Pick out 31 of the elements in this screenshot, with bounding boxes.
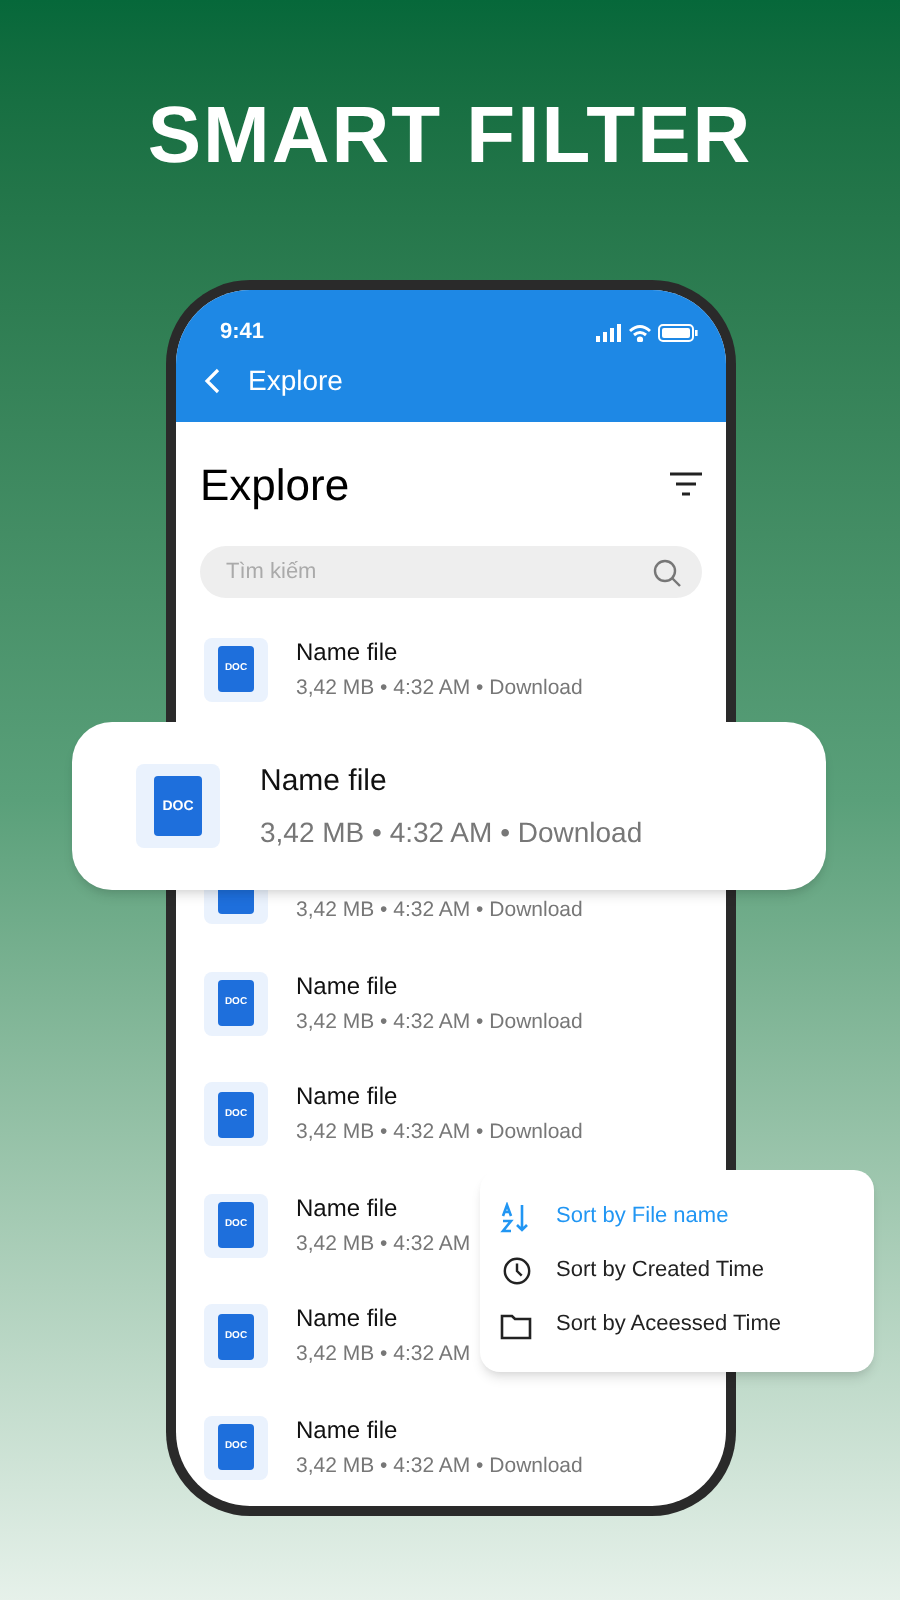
- file-name: Name file: [296, 1082, 400, 1111]
- file-name: Name file: [296, 1193, 400, 1222]
- file-name: Name file: [260, 763, 389, 799]
- page-title: Explore: [200, 457, 350, 514]
- status-time: 9:41: [220, 317, 265, 348]
- filter-icon[interactable]: [670, 472, 702, 496]
- file-name: Name file: [296, 1415, 400, 1444]
- file-details: 3,42 MB • 4:32 AM • Download: [296, 675, 583, 702]
- back-icon[interactable]: [204, 368, 220, 394]
- file-details: 3,42 MB • 4:32 AM • Download: [296, 897, 583, 924]
- file-details: 3,42 MB • 4:32 AM • Download: [296, 1120, 583, 1147]
- file-details: 3,42 MB • 4:32 AM: [296, 1342, 471, 1369]
- sort-alpha-icon: [500, 1201, 532, 1233]
- file-name: Name file: [296, 971, 400, 1000]
- file-name: Name file: [296, 637, 400, 666]
- folder-icon: [500, 1311, 532, 1339]
- file-details: 3,42 MB • 4:32 AM • Download: [296, 1009, 583, 1036]
- sort-option[interactable]: Sort by Aceessed Time: [500, 1306, 854, 1344]
- search-field[interactable]: Tìm kiếm: [200, 546, 702, 598]
- signal-icon: [596, 323, 622, 341]
- search-icon[interactable]: [652, 557, 682, 587]
- nav-title: Explore: [248, 362, 343, 400]
- battery-icon: [658, 323, 698, 341]
- file-details: 3,42 MB • 4:32 AM: [296, 1231, 471, 1258]
- sort-option[interactable]: Sort by Created Time: [500, 1252, 854, 1290]
- file-name: Name file: [296, 1304, 400, 1333]
- headline: SMART FILTER: [147, 90, 753, 184]
- clock-icon: [501, 1256, 531, 1286]
- file-details: 3,42 MB • 4:32 AM • Download: [296, 1453, 583, 1480]
- file-details: 3,42 MB • 4:32 AM • Download: [260, 815, 643, 849]
- wifi-icon: [628, 323, 652, 341]
